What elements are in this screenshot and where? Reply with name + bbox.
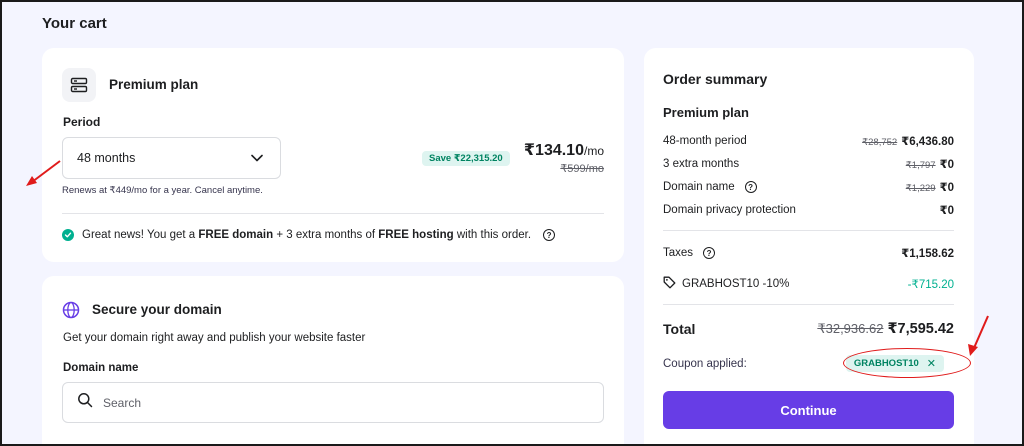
order-summary-title: Order summary — [663, 71, 768, 87]
plan-price: ₹134.10/mo — [524, 140, 604, 160]
total-label: Total — [663, 321, 696, 337]
server-icon — [62, 68, 96, 102]
divider — [663, 304, 954, 305]
help-icon[interactable]: ? — [543, 229, 556, 241]
row-value: ₹0 — [939, 205, 954, 217]
notice-prefix: Great news! You get a — [82, 229, 199, 241]
domain-field-label: Domain name — [63, 362, 139, 374]
period-select[interactable]: 48 months — [62, 137, 281, 179]
help-icon[interactable]: ? — [744, 181, 757, 193]
page-title: Your cart — [42, 15, 107, 32]
order-summary-card: Order summary Premium plan 48-month peri… — [644, 48, 974, 444]
taxes-value: ₹1,158.62 — [901, 248, 954, 260]
row-value: ₹0 — [939, 182, 954, 194]
row-value: ₹6,436.80 — [901, 136, 954, 148]
notice-bold-domain: FREE domain — [198, 229, 274, 241]
period-value: 48 months — [77, 151, 136, 165]
taxes-label: Taxes — [663, 247, 694, 259]
domain-section-title: Secure your domain — [92, 302, 222, 317]
row-label: 48-month period — [663, 135, 747, 147]
domain-search-box[interactable] — [62, 382, 604, 423]
row-old-price: ₹1,797 — [905, 160, 936, 171]
plan-card: Premium plan Period 48 months Renews at … — [42, 48, 624, 262]
tag-icon — [663, 276, 676, 292]
free-domain-notice: Great news! You get a FREE domain + 3 ex… — [62, 229, 556, 241]
notice-bold-hosting: FREE hosting — [378, 229, 454, 241]
summary-row-domain: Domain name? ₹1,229 ₹0 — [663, 180, 954, 194]
annotation-arrow-right — [968, 315, 989, 356]
row-label: 3 extra months — [663, 158, 740, 170]
row-label: Domain name — [663, 181, 735, 193]
check-circle-icon — [62, 229, 74, 241]
annotation-arrow-left — [26, 160, 61, 186]
summary-row-taxes: Taxes? ₹1,158.62 — [663, 246, 954, 260]
summary-row-extra-months: 3 extra months ₹1,797 ₹0 — [663, 157, 954, 171]
period-label: Period — [63, 115, 101, 129]
notice-suffix: with this order. — [453, 229, 532, 241]
original-price: ₹599/mo — [560, 163, 604, 175]
domain-section-subtitle: Get your domain right away and publish y… — [63, 332, 366, 344]
save-badge: Save ₹22,315.20 — [422, 151, 510, 166]
notice-text: Great news! You get a FREE domain + 3 ex… — [82, 229, 531, 241]
renewal-note: Renews at ₹449/mo for a year. Cancel any… — [62, 185, 263, 196]
divider — [62, 213, 604, 214]
annotation-ellipse — [843, 348, 971, 378]
row-label: Domain privacy protection — [663, 204, 796, 216]
total-old-price: ₹32,936.62 — [817, 321, 884, 336]
coupon-label: Coupon applied: — [663, 357, 747, 370]
discount-value: -₹715.20 — [907, 279, 954, 291]
notice-middle: + 3 extra months of — [273, 229, 379, 241]
domain-search-input[interactable] — [103, 395, 523, 410]
summary-row-period: 48-month period ₹28,752 ₹6,436.80 — [663, 134, 954, 148]
price-amount: ₹134.10 — [523, 142, 584, 159]
summary-row-privacy: Domain privacy protection ₹0 — [663, 203, 954, 217]
plan-name: Premium plan — [109, 77, 199, 92]
summary-row-discount: GRABHOST10 -10% -₹715.20 — [663, 276, 954, 292]
row-old-price: ₹28,752 — [862, 137, 898, 148]
discount-label: GRABHOST10 -10% — [682, 278, 790, 290]
continue-button[interactable]: Continue — [663, 391, 954, 429]
summary-plan-name: Premium plan — [663, 105, 749, 120]
domain-card: Secure your domain Get your domain right… — [42, 276, 624, 444]
row-old-price: ₹1,229 — [905, 183, 936, 194]
page-frame: Your cart Premium plan Period 48 months … — [0, 0, 1024, 446]
row-value: ₹0 — [939, 159, 954, 171]
divider — [663, 230, 954, 231]
price-unit: /mo — [583, 144, 604, 158]
chevron-down-icon — [250, 151, 264, 168]
globe-icon — [62, 301, 80, 324]
total-value: ₹7,595.42 — [887, 321, 954, 337]
summary-total-row: Total ₹32,936.62 ₹7,595.42 — [663, 321, 954, 337]
search-icon — [77, 392, 93, 413]
help-icon[interactable]: ? — [703, 247, 716, 259]
